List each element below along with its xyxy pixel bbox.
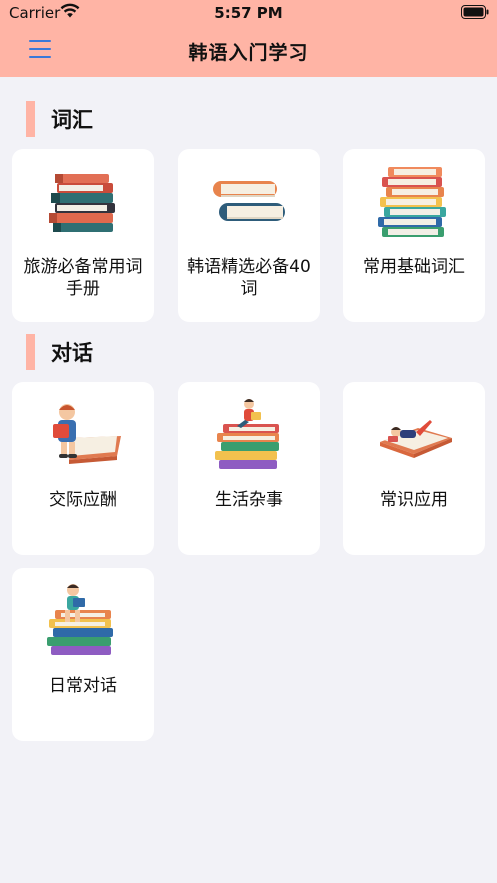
two-books-icon: [209, 165, 289, 237]
person-lying-on-book-icon: [374, 398, 454, 470]
section-accent-bar: [26, 334, 35, 370]
status-bar: Carrier 5:57 PM: [0, 0, 497, 26]
person-on-books-icon: [209, 398, 289, 470]
page-title: 韩语入门学习: [188, 42, 309, 64]
card-korean-40-words[interactable]: 韩语精选必备40词: [178, 149, 320, 322]
section-title: 对话: [51, 341, 93, 365]
child-reading-icon: [43, 398, 123, 470]
card-social-interaction[interactable]: 交际应酬: [12, 382, 154, 555]
card-label: 交际应酬: [49, 490, 117, 510]
card-daily-life[interactable]: 生活杂事: [178, 382, 320, 555]
clock: 5:57 PM: [214, 4, 283, 22]
card-label: 日常对话: [49, 676, 117, 696]
card-basic-vocab[interactable]: 常用基础词汇: [343, 149, 485, 322]
section-header-dialogue: 对话: [26, 334, 93, 370]
navigation-bar: 韩语入门学习: [0, 26, 497, 77]
card-label: 常用基础词汇: [363, 257, 465, 277]
section-accent-bar: [26, 101, 35, 137]
card-label: 生活杂事: [215, 490, 283, 510]
section-header-vocabulary: 词汇: [26, 101, 93, 137]
battery-icon: [461, 5, 489, 23]
card-daily-conversation[interactable]: 日常对话: [12, 568, 154, 741]
card-common-knowledge[interactable]: 常识应用: [343, 382, 485, 555]
card-label: 韩语精选必备40词: [187, 257, 311, 299]
top-bar: Carrier 5:57 PM 韩语入门学习: [0, 0, 497, 77]
book-stack-icon: [43, 165, 123, 237]
child-sitting-on-books-icon: [43, 584, 123, 656]
card-label: 旅游必备常用词手册: [23, 257, 143, 299]
card-travel-vocab[interactable]: 旅游必备常用词手册: [12, 149, 154, 322]
card-label: 常识应用: [380, 490, 448, 510]
colorful-book-stack-icon: [374, 165, 454, 237]
section-title: 词汇: [51, 108, 93, 132]
